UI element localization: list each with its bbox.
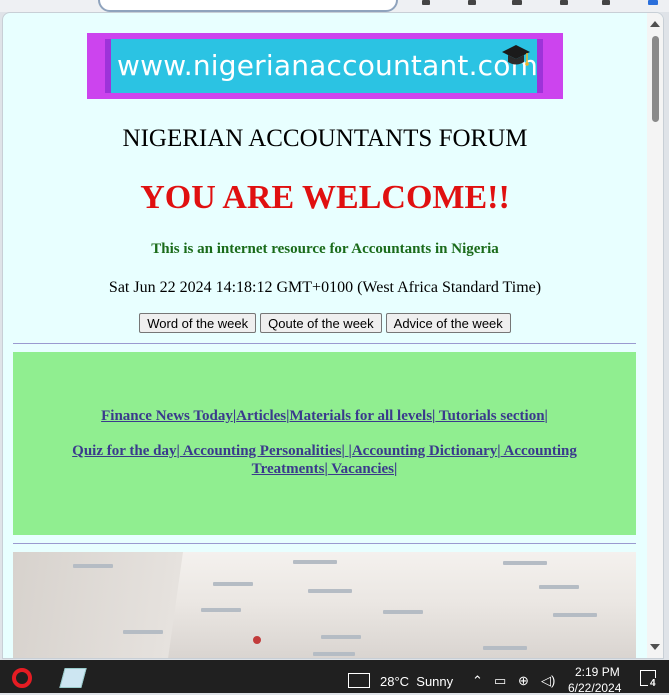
weather-widget[interactable]: 28°C Sunny — [380, 674, 453, 689]
ceiling-light — [383, 610, 423, 614]
scroll-thumb[interactable] — [652, 36, 659, 122]
quote-of-the-week-button[interactable]: Qoute of the week — [260, 313, 382, 333]
vacancies-link[interactable]: Vacancies — [328, 461, 394, 477]
advice-of-the-week-button[interactable]: Advice of the week — [385, 313, 511, 333]
graduation-cap-icon — [502, 45, 530, 66]
office-ceiling-image — [13, 552, 636, 658]
address-bar[interactable] — [98, 0, 398, 12]
scroll-down-arrow-icon[interactable] — [650, 644, 660, 650]
smoke-detector — [253, 636, 261, 644]
battery-icon[interactable]: ▭ — [494, 673, 506, 689]
ceiling-light — [123, 630, 163, 634]
materials-link[interactable]: Materials for all levels — [289, 408, 432, 424]
ceiling-light — [539, 585, 579, 589]
ceiling-light — [213, 582, 253, 586]
articles-link[interactable]: Articles — [236, 408, 286, 424]
ceiling-light — [293, 560, 337, 564]
separator: | — [544, 408, 548, 424]
welcome-heading: YOU ARE WELCOME!! — [140, 179, 510, 216]
nav-links-row-1: Finance News Today|Articles|Materials fo… — [13, 408, 636, 425]
nav-links-panel: Finance News Today | Articles | Materials fo… — [13, 352, 636, 535]
ceiling-light — [201, 608, 241, 612]
notification-count: 4 — [648, 678, 658, 689]
divider — [13, 343, 636, 344]
toolbar-icon[interactable] — [602, 0, 610, 5]
ceiling-light — [503, 561, 547, 565]
separator: | — [394, 461, 398, 477]
nav-links-row-2: Quiz for the day | Accounting Personaliti… — [33, 442, 616, 478]
toolbar-icon[interactable] — [422, 0, 430, 5]
windows-taskbar: 28°C Sunny ⌃ ▭ ⊕ ◁) 2:19 PM 6/22/2024 4 — [0, 660, 669, 695]
temperature: 28°C — [380, 674, 410, 689]
ceiling-light — [308, 589, 352, 593]
page-content: www.nigerianaccountant.com NIGERIAN ACCO… — [3, 13, 647, 658]
vertical-scrollbar[interactable] — [647, 13, 663, 658]
current-datetime: Sat Jun 22 2024 14:18:12 GMT+0100 (West … — [108, 279, 542, 296]
network-icon[interactable]: ⊕ — [518, 673, 529, 689]
volume-icon[interactable]: ◁) — [541, 673, 555, 689]
weather-icon[interactable] — [348, 673, 370, 688]
chevron-up-icon[interactable]: ⌃ — [472, 673, 483, 689]
weekly-buttons: Word of the week Qoute of the week Advic… — [3, 313, 647, 333]
tutorials-link[interactable]: Tutorials section — [435, 408, 545, 424]
scroll-up-arrow-icon[interactable] — [650, 21, 660, 27]
site-banner[interactable]: www.nigerianaccountant.com — [87, 33, 563, 99]
image-wall — [13, 552, 183, 658]
ceiling-light — [321, 635, 361, 639]
weather-condition: Sunny — [416, 674, 454, 689]
divider — [13, 543, 636, 544]
ceiling-light — [73, 564, 113, 568]
finance-news-link[interactable]: Finance News Today — [101, 408, 233, 424]
toolbar-icon[interactable] — [468, 0, 476, 5]
tagline: This is an internet resource for Account… — [151, 241, 499, 257]
banner-inner: www.nigerianaccountant.com — [105, 39, 543, 93]
word-of-the-week-button[interactable]: Word of the week — [139, 313, 257, 333]
clock-time[interactable]: 2:19 PM — [575, 665, 620, 679]
notes-icon[interactable] — [59, 668, 87, 688]
personalities-link[interactable]: Accounting Personalities — [180, 443, 342, 459]
toolbar-icon[interactable] — [512, 0, 522, 5]
dictionary-link[interactable]: Accounting Dictionary — [352, 443, 497, 459]
quiz-link[interactable]: Quiz for the day — [72, 443, 176, 459]
ceiling-light — [483, 646, 527, 650]
ceiling-light — [553, 613, 597, 617]
opera-icon[interactable] — [12, 668, 32, 688]
toolbar-icon[interactable] — [560, 0, 568, 5]
browser-window: www.nigerianaccountant.com NIGERIAN ACCO… — [2, 12, 664, 659]
forum-title: NIGERIAN ACCOUNTANTS FORUM — [122, 125, 528, 152]
browser-top-strip — [0, 0, 669, 12]
ceiling-light — [313, 652, 355, 656]
banner-url-text: www.nigerianaccountant.com — [117, 49, 539, 82]
profile-icon[interactable] — [648, 0, 658, 5]
